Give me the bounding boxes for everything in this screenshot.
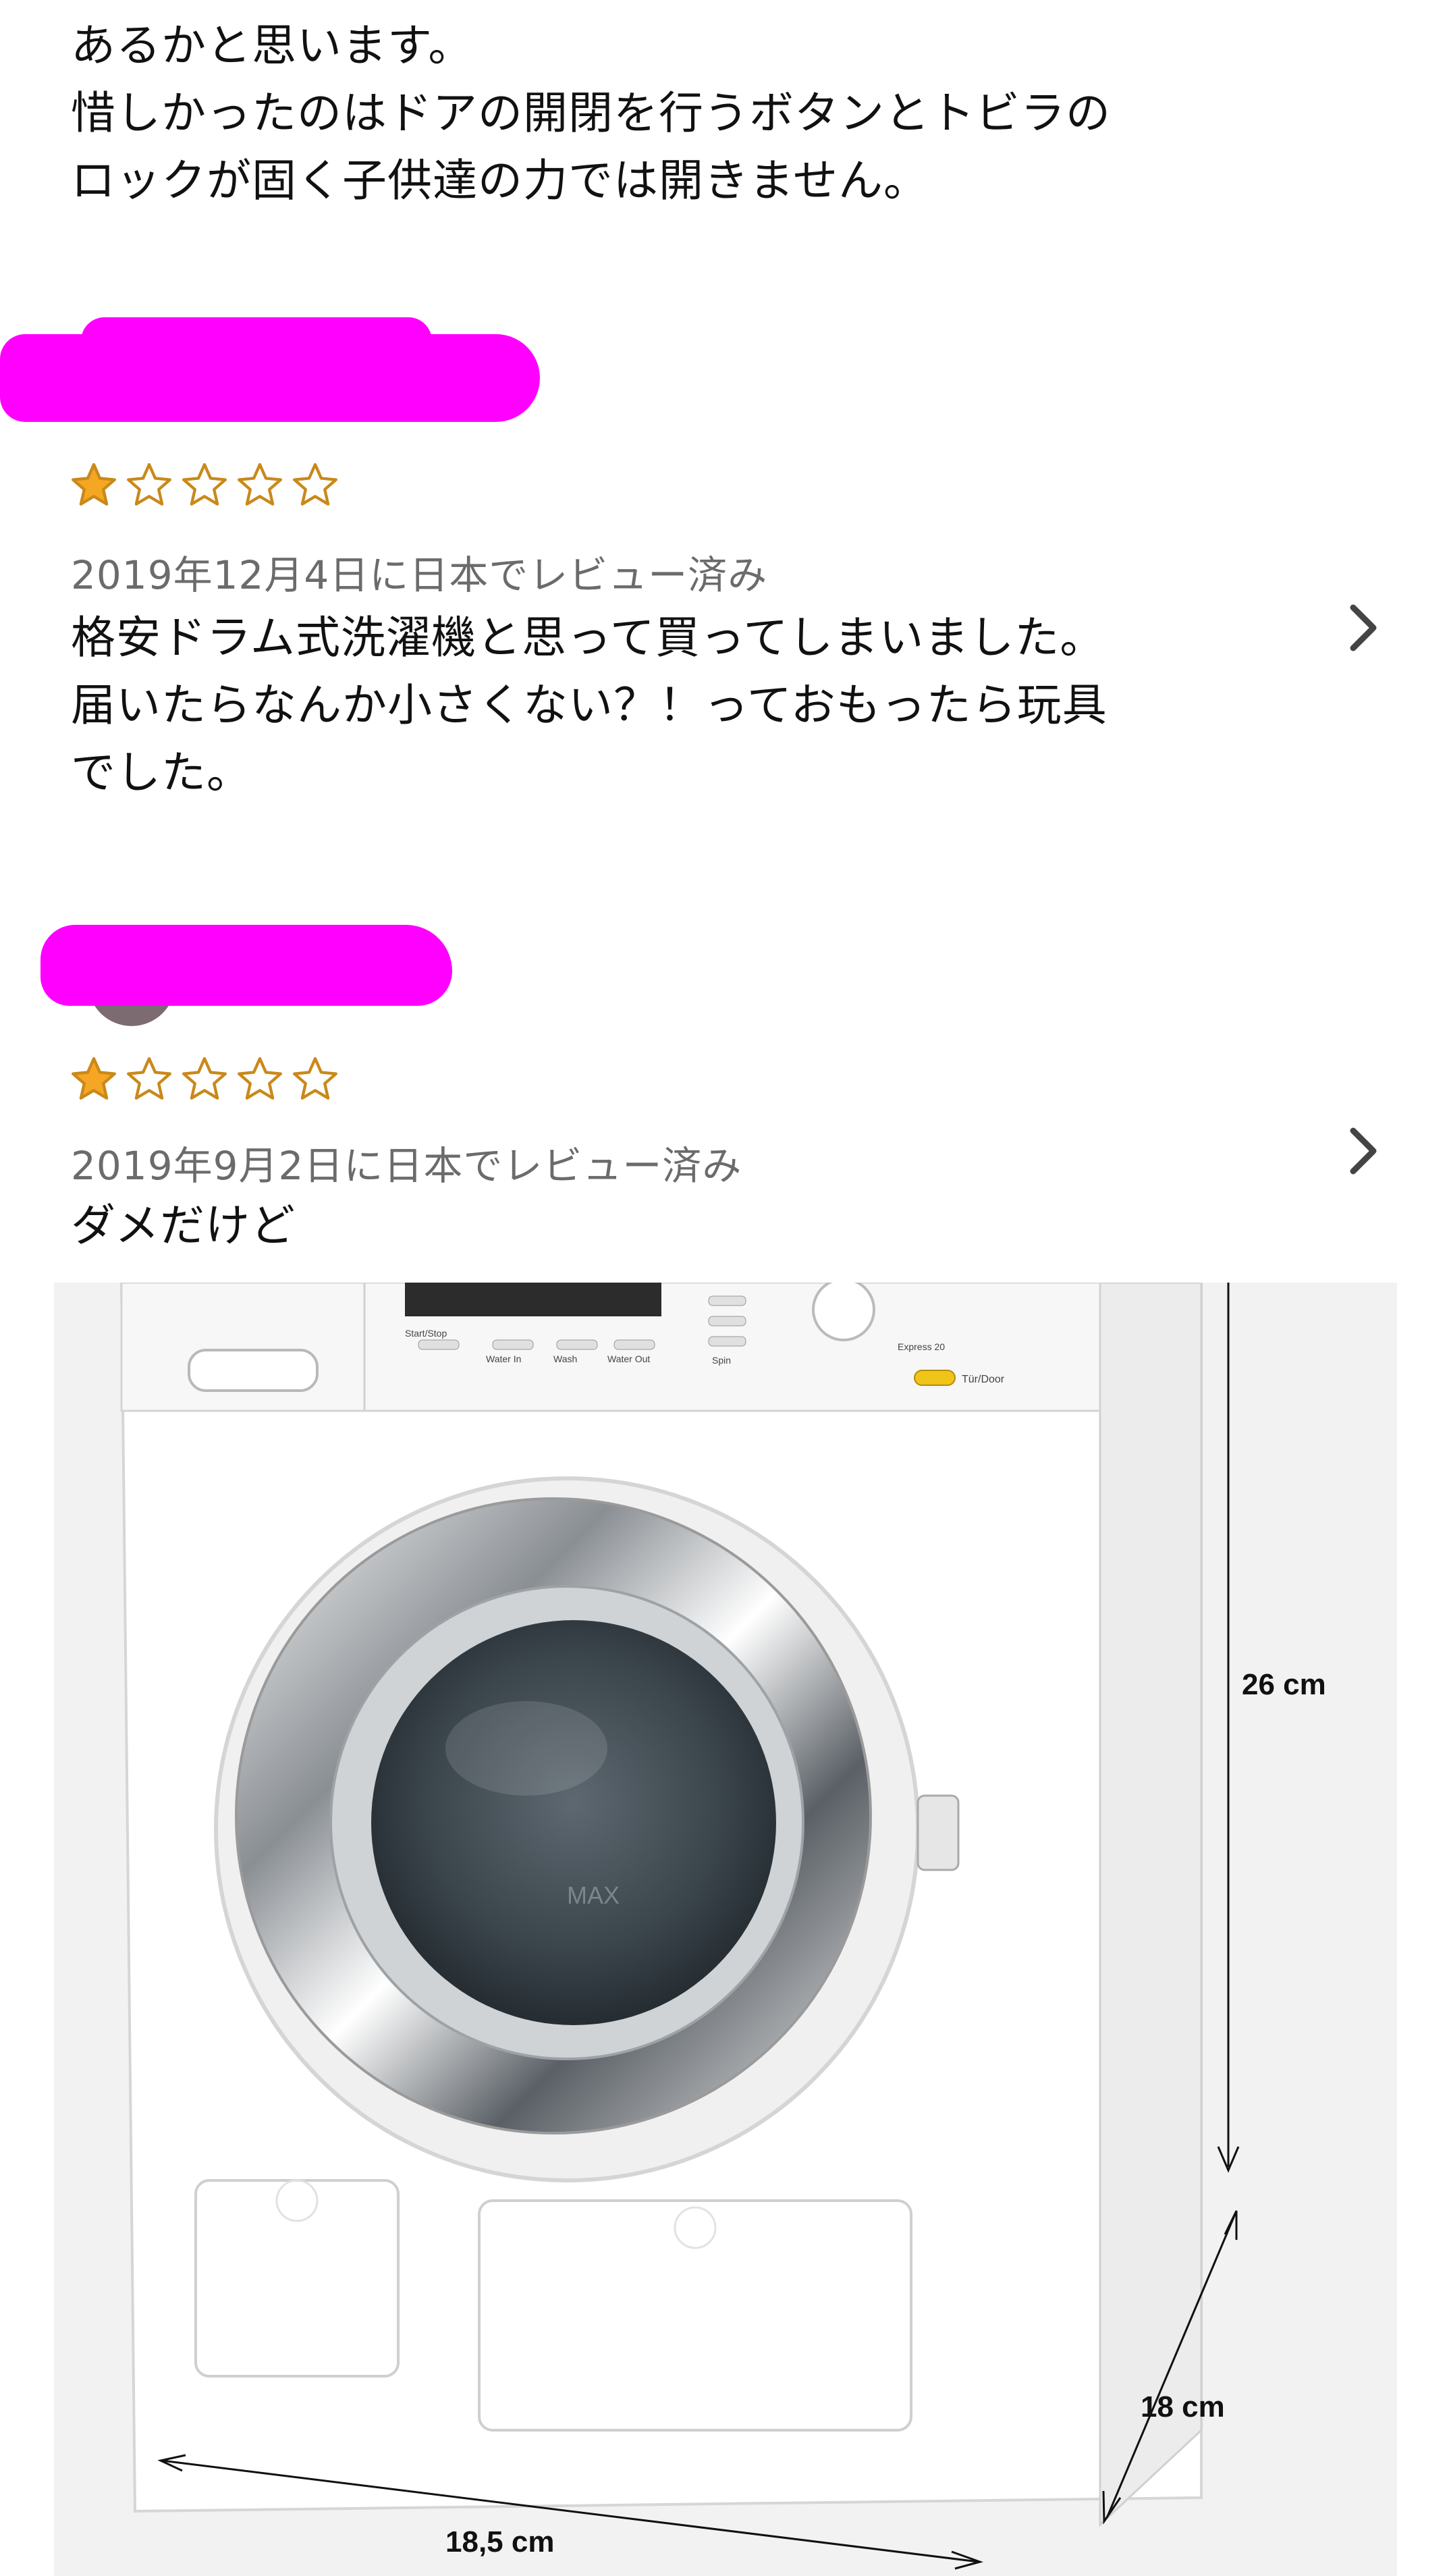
review-body-line3: でした。 — [71, 747, 252, 799]
prev-review-line3: ロックが固く子供達の力では開きません。 — [71, 155, 929, 207]
review-date: 2019年9月2日に日本でレビュー済み — [71, 1143, 742, 1189]
star-empty-icon — [180, 1054, 229, 1107]
spin-label: Spin — [712, 1355, 731, 1366]
star-filled-icon — [69, 1054, 119, 1107]
star-empty-icon — [124, 460, 174, 513]
dimension-depth-label: 18 cm — [1141, 2390, 1225, 2423]
chevron-right-icon[interactable] — [1343, 601, 1384, 655]
water-out-label: Water Out — [607, 1353, 650, 1364]
star-empty-icon — [235, 460, 285, 513]
rating-stars — [69, 460, 340, 513]
star-empty-icon — [290, 460, 340, 513]
review-product-image[interactable]: Start/Stop Water In Wash Water Out Spin … — [54, 1283, 1397, 2576]
express-label: Express 20 — [898, 1341, 945, 1352]
star-filled-icon — [69, 460, 119, 513]
redacted-reviewer-name — [40, 925, 452, 1006]
max-label: MAX — [567, 1881, 620, 1909]
review-body-line1: 格安ドラム式洗濯機と思って買ってしまいました。 — [71, 612, 1105, 664]
star-empty-icon — [124, 1054, 174, 1107]
door-label: Tür/Door — [962, 1374, 1005, 1385]
star-empty-icon — [290, 1054, 340, 1107]
prev-review-line2: 惜しかったのはドアの開閉を行うボタンとトビラの — [71, 87, 1111, 139]
water-in-label: Water In — [486, 1353, 521, 1364]
review-body-line2: 届いたらなんか小さくない？！っておもったら玩具 — [71, 679, 1108, 731]
dimension-width-label: 18,5 cm — [445, 2525, 554, 2558]
rating-stars — [69, 1054, 340, 1107]
prev-review-line1: あるかと思います。 — [71, 20, 474, 72]
star-empty-icon — [180, 460, 229, 513]
redacted-reviewer-name-part — [81, 317, 432, 365]
chevron-right-icon[interactable] — [1343, 1124, 1384, 1178]
review-body-line1: ダメだけど — [71, 1200, 296, 1252]
star-empty-icon — [235, 1054, 285, 1107]
dimension-height-label: 26 cm — [1242, 1668, 1326, 1701]
review-date: 2019年12月4日に日本でレビュー済み — [71, 552, 768, 598]
wash-label: Wash — [553, 1353, 577, 1364]
start-stop-label: Start/Stop — [405, 1328, 447, 1339]
washing-machine-illustration: Start/Stop Water In Wash Water Out Spin … — [119, 1283, 1326, 2570]
